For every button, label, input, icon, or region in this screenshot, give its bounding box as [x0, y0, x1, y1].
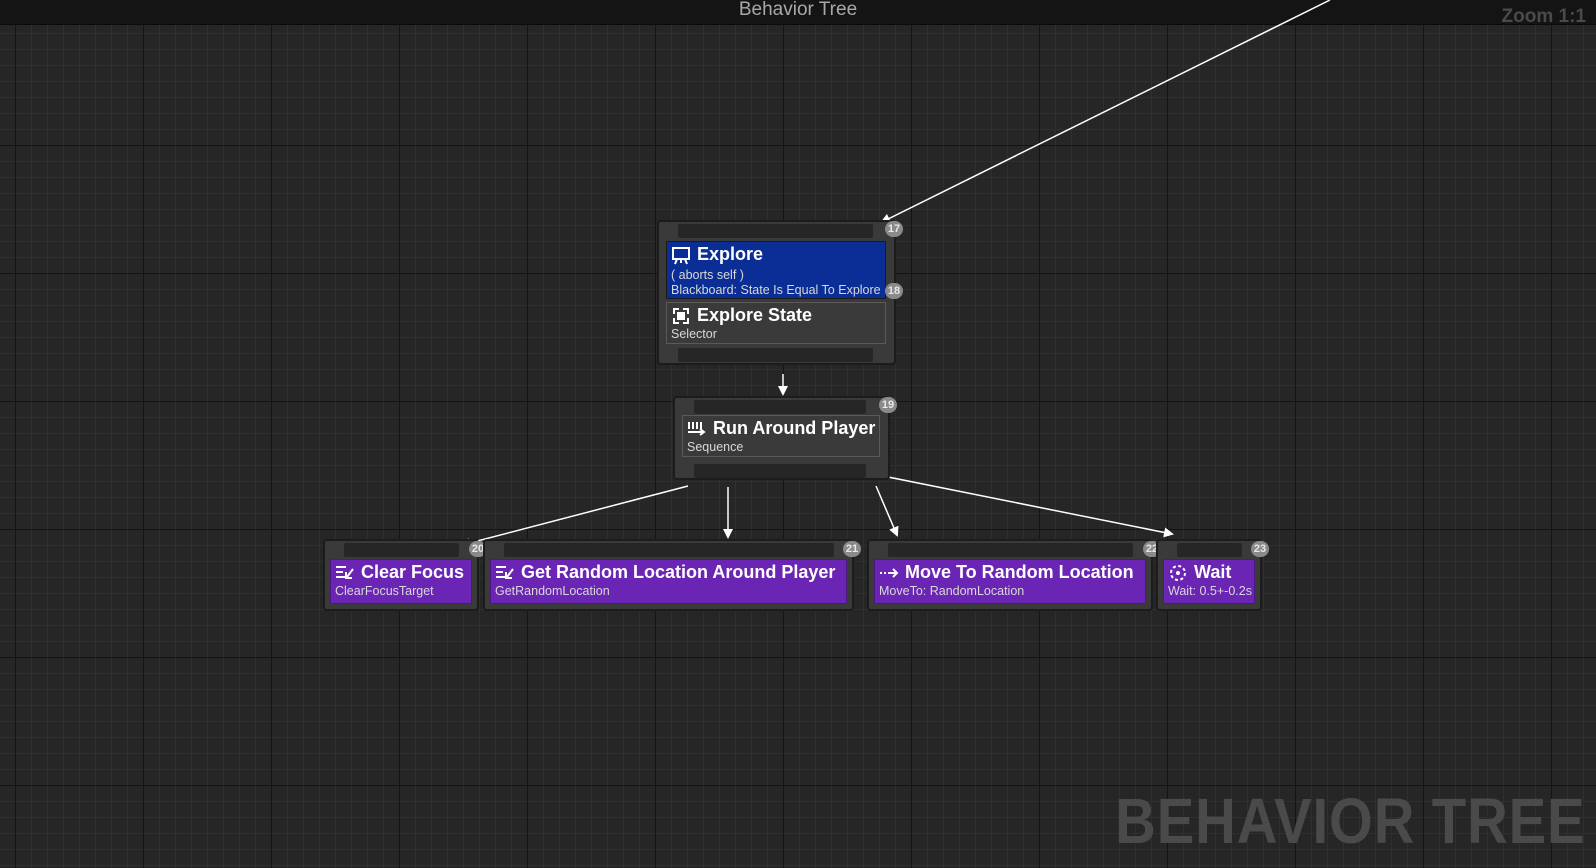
output-pin[interactable]: [678, 348, 873, 362]
task-subtitle: Wait: 0.5+-0.2s: [1168, 584, 1252, 598]
input-pin[interactable]: [678, 224, 873, 238]
wait-icon: [1170, 564, 1186, 581]
composite-title: Explore State: [697, 305, 813, 325]
sequence-icon: [688, 421, 706, 436]
output-pin[interactable]: [694, 464, 866, 478]
run-around-player-composite[interactable]: Run Around Player Sequence: [682, 415, 880, 457]
composite-type: Sequence: [687, 440, 744, 454]
wire-run-to-wait: [887, 476, 1174, 538]
composite-type: Selector: [671, 327, 717, 341]
input-pin[interactable]: [888, 543, 1133, 557]
wire-run-to-clear-focus: [460, 485, 689, 548]
task-title: Clear Focus: [361, 562, 465, 582]
wire-root-to-explore: [880, 0, 1331, 223]
task-title: Get Random Location Around Player: [521, 562, 836, 582]
decorator-aborts: ( aborts self ): [671, 268, 744, 282]
execution-index-badge: 17: [885, 221, 903, 237]
task-subtitle: MoveTo: RandomLocation: [879, 584, 1025, 598]
task-icon: [496, 565, 514, 579]
task-subtitle: ClearFocusTarget: [335, 584, 434, 598]
input-pin[interactable]: [344, 543, 459, 557]
composite-title: Run Around Player: [713, 418, 876, 438]
clear-focus-task[interactable]: Clear Focus ClearFocusTarget: [330, 559, 472, 604]
task-title: Move To Random Location: [905, 562, 1134, 582]
input-pin[interactable]: [1177, 543, 1242, 557]
execution-index-badge: 23: [1251, 541, 1269, 557]
task-title: Wait: [1194, 562, 1232, 582]
wire-run-to-move-to: [875, 485, 899, 537]
task-subtitle: GetRandomLocation: [495, 584, 610, 598]
selector-icon: [673, 307, 689, 324]
execution-index-badge: 18: [885, 283, 903, 299]
execution-index-badge: 19: [879, 397, 897, 413]
wait-task[interactable]: Wait Wait: 0.5+-0.2s: [1163, 559, 1255, 604]
input-pin[interactable]: [504, 543, 834, 557]
task-icon: [336, 565, 354, 579]
decorator-detail: Blackboard: State Is Equal To Explore: [671, 283, 881, 297]
execution-index-badge: 21: [843, 541, 861, 557]
get-random-location-task[interactable]: Get Random Location Around Player GetRan…: [490, 559, 847, 604]
explore-state-composite[interactable]: Explore State Selector: [666, 302, 886, 344]
move-to-icon: [880, 567, 899, 578]
explore-decorator[interactable]: Explore ( aborts self ) Blackboard: Stat…: [666, 241, 886, 299]
input-pin[interactable]: [694, 400, 866, 414]
move-to-random-location-task[interactable]: Move To Random Location MoveTo: RandomLo…: [874, 559, 1146, 604]
decorator-title: Explore: [697, 244, 764, 264]
blackboard-icon: [672, 246, 690, 264]
